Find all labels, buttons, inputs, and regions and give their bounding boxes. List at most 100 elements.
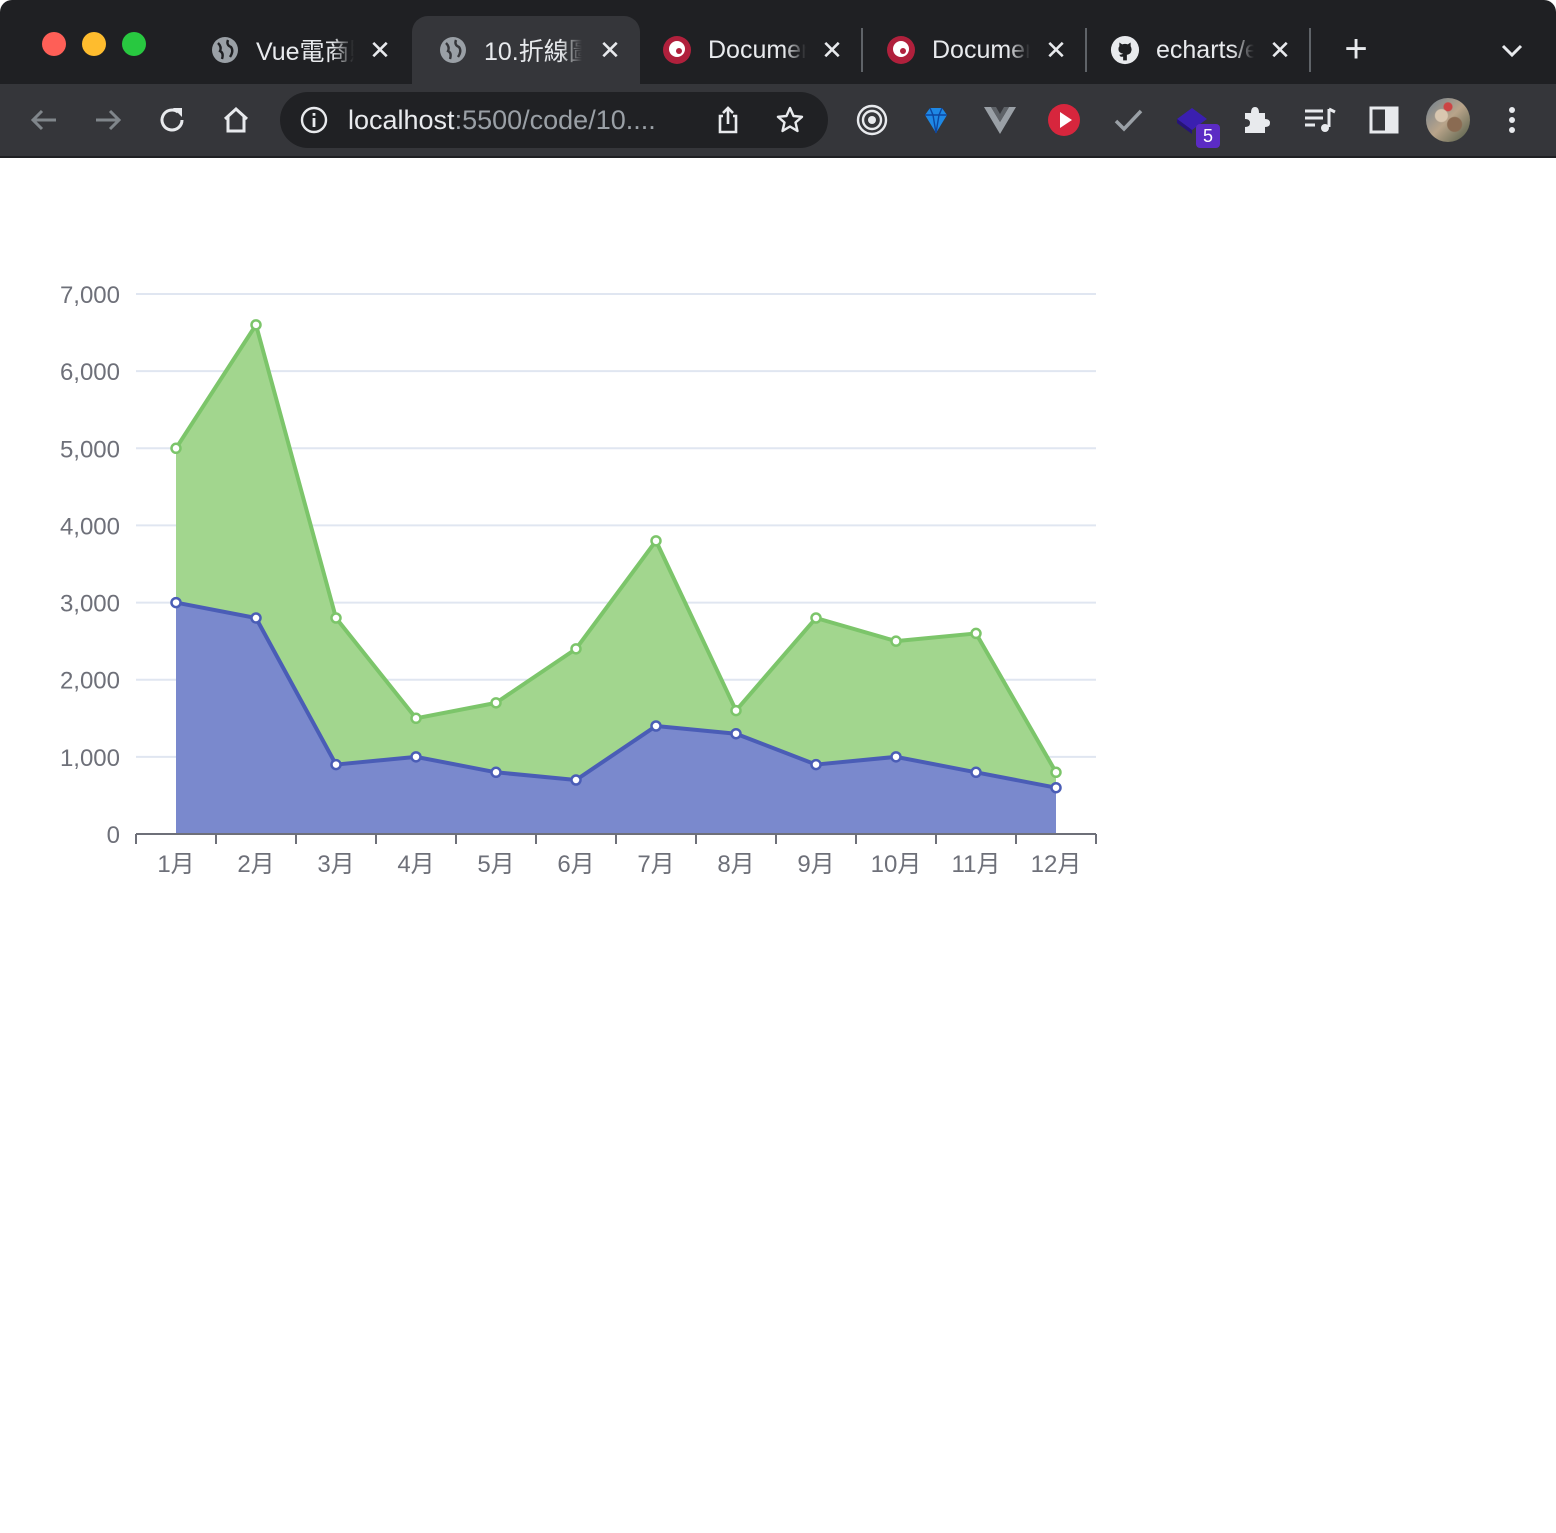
tab-title: 10.折線圖 (484, 38, 582, 66)
globe-icon (438, 35, 468, 65)
y-tick-label: 0 (107, 822, 120, 849)
data-point (570, 774, 582, 786)
y-tick-label: 3,000 (60, 591, 120, 618)
data-point (730, 727, 742, 740)
x-tick-label: 3月 (317, 851, 354, 878)
forward-arrow-icon (96, 109, 122, 131)
x-tick-label: 12月 (1031, 851, 1082, 878)
browser-window: Vue電商購 ✕ 10.折線圖 ✕ Document ✕ Document ✕ (0, 0, 1556, 1528)
checkmark-extension-icon[interactable] (1110, 102, 1146, 138)
data-point (730, 704, 742, 717)
new-tab-button[interactable]: + (1336, 29, 1376, 70)
data-point (650, 535, 662, 547)
data-point (1050, 781, 1062, 794)
tab-title: Document (708, 35, 806, 64)
tab-separator (1309, 28, 1311, 72)
address-bar[interactable]: localhost:5500/code/10.... (280, 92, 828, 148)
y-tick-label: 7,000 (60, 282, 120, 309)
url-path: :5500/code/10.... (454, 105, 656, 135)
target-extension-icon[interactable] (854, 102, 890, 138)
more-menu-icon[interactable] (1494, 102, 1530, 138)
data-point (330, 612, 342, 624)
data-point (810, 612, 822, 624)
tab-title: Document (932, 35, 1030, 64)
maximize-window-button[interactable] (122, 32, 146, 56)
close-window-button[interactable] (42, 32, 66, 56)
x-tick-label: 11月 (952, 851, 1001, 878)
data-point (650, 720, 662, 732)
x-tick-label: 4月 (397, 851, 434, 878)
diamond-extension-icon[interactable] (918, 102, 954, 138)
x-tick-label: 8月 (717, 851, 754, 878)
x-tick-label: 7月 (637, 851, 674, 878)
close-icon[interactable]: ✕ (1042, 36, 1070, 64)
x-tick-label: 1月 (157, 851, 194, 878)
x-tick-label: 2月 (237, 851, 274, 878)
tab-document-1[interactable]: Document ✕ (636, 16, 862, 84)
minimize-window-button[interactable] (82, 32, 106, 56)
close-icon[interactable]: ✕ (818, 36, 846, 64)
tab-line-chart[interactable]: 10.折線圖 ✕ (412, 16, 640, 84)
share-icon[interactable] (712, 104, 744, 136)
close-icon[interactable]: ✕ (596, 36, 624, 64)
data-point (410, 712, 422, 725)
document-favicon-icon (886, 35, 916, 65)
y-tick-label: 6,000 (60, 359, 120, 386)
x-tick-label: 5月 (477, 851, 514, 878)
tab-document-2[interactable]: Document ✕ (860, 16, 1086, 84)
data-point (490, 766, 502, 779)
data-point (170, 596, 182, 609)
forward-button[interactable] (86, 98, 130, 142)
back-button[interactable] (22, 98, 66, 142)
y-tick-label: 5,000 (60, 436, 120, 463)
data-point (330, 758, 342, 771)
tab-echarts-github[interactable]: echarts/echarts ✕ (1084, 16, 1310, 84)
data-point (890, 751, 902, 763)
y-tick-label: 4,000 (60, 513, 120, 540)
chart-canvas: 0 1,000 2,000 3,000 4,000 5,000 6,000 7,000 1月 2月… (60, 282, 1097, 878)
vue-devtools-icon[interactable] (982, 102, 1018, 138)
browser-toolbar: localhost:5500/code/10.... (0, 84, 1556, 156)
close-icon[interactable]: ✕ (366, 36, 394, 64)
x-tick-label: 6月 (557, 851, 594, 878)
reload-button[interactable] (150, 98, 194, 142)
home-icon (223, 106, 249, 133)
data-point (250, 319, 262, 331)
y-tick-label: 1,000 (60, 745, 120, 772)
back-arrow-icon (30, 109, 56, 131)
extensions-puzzle-icon[interactable] (1238, 102, 1274, 138)
data-point (570, 643, 582, 655)
data-point (490, 697, 502, 709)
data-point (970, 766, 982, 779)
tab-title: Vue電商購 (256, 38, 354, 66)
globe-icon (210, 35, 240, 65)
stacked-area-chart: 0 1,000 2,000 3,000 4,000 5,000 6,000 7,000 1月 2月… (0, 158, 1556, 1528)
media-queue-icon[interactable] (1302, 102, 1338, 138)
side-panel-icon[interactable] (1366, 102, 1402, 138)
close-icon[interactable]: ✕ (1266, 36, 1294, 64)
y-tick-label: 2,000 (60, 668, 120, 695)
data-point (170, 442, 182, 455)
data-point (250, 612, 262, 624)
tab-search-chevron-icon[interactable] (1496, 34, 1528, 66)
url-host: localhost (348, 105, 455, 135)
tab-title: echarts/echarts (1156, 35, 1254, 64)
home-button[interactable] (214, 98, 258, 142)
site-info-icon[interactable] (300, 106, 328, 134)
tab-vue-ecommerce[interactable]: Vue電商購 ✕ (184, 16, 410, 84)
data-point (970, 627, 982, 640)
document-favicon-icon (662, 35, 692, 65)
github-icon (1110, 35, 1140, 65)
data-point (890, 635, 902, 647)
x-tick-label: 9月 (797, 851, 834, 878)
url-text[interactable]: localhost:5500/code/10.... (348, 105, 656, 136)
play-extension-icon[interactable] (1046, 102, 1082, 138)
extension-badge: 5 (1196, 124, 1220, 148)
data-point (1050, 766, 1062, 779)
data-point (410, 751, 422, 763)
bookmark-star-icon[interactable] (774, 104, 806, 136)
reload-icon (160, 108, 184, 132)
tab-strip: Vue電商購 ✕ 10.折線圖 ✕ Document ✕ Document ✕ (0, 0, 1556, 84)
profile-avatar[interactable] (1426, 98, 1470, 142)
data-point (810, 758, 822, 771)
